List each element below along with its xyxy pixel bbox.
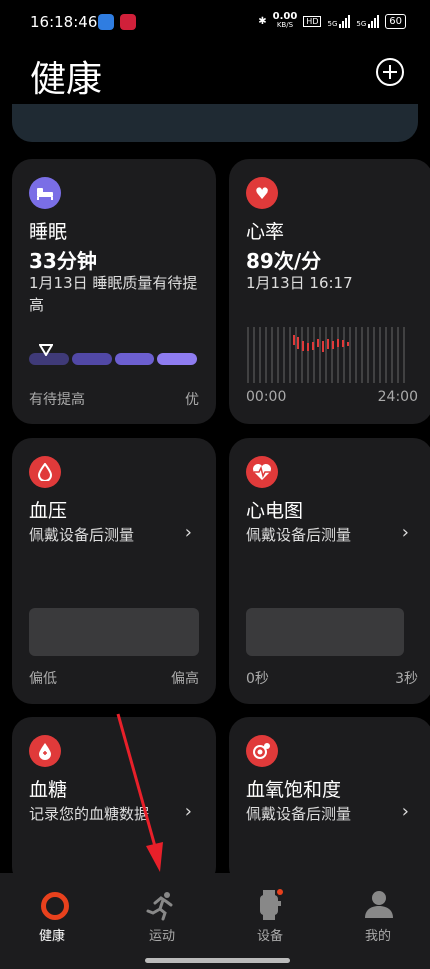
bottom-navigation: 健康 运动 设备 我的 bbox=[0, 873, 430, 969]
nav-health-label: 健康 bbox=[38, 929, 65, 944]
home-indicator[interactable] bbox=[145, 958, 290, 963]
annotation-arrow bbox=[116, 713, 163, 872]
nav-sport-label: 运动 bbox=[148, 929, 175, 944]
running-icon bbox=[146, 892, 173, 921]
person-icon bbox=[365, 891, 393, 918]
health-ring-icon bbox=[41, 892, 69, 920]
nav-me-label: 我的 bbox=[364, 929, 391, 944]
nav-device-label: 设备 bbox=[256, 929, 283, 944]
watch-icon bbox=[260, 889, 283, 920]
